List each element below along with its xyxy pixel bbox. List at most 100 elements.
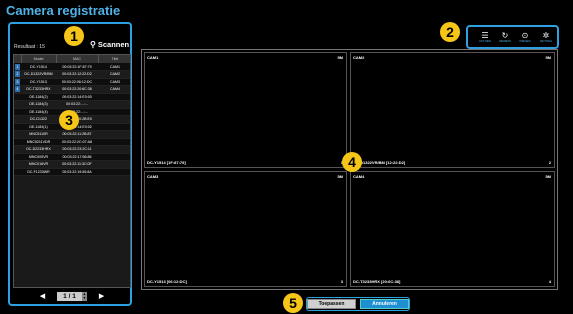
gear-icon: ✲: [542, 31, 550, 40]
row-title: [98, 138, 130, 146]
column-header-index: [14, 55, 22, 63]
row-model: MNC016VR: [21, 160, 56, 169]
row-mac: 00:03:22:23:2C:11: [56, 145, 98, 154]
next-page-icon[interactable]: ▶: [99, 292, 104, 300]
table-row[interactable]: DC-D2233HRX 00:03:22:23:2C:11: [14, 145, 130, 154]
table-row[interactable]: 3 DC-Y1513 00:03:22:06:12:DC CAM3: [14, 78, 130, 86]
row-mac: 00:03:22:14:E0:00: [56, 93, 98, 101]
row-model: DC-T3233HRX: [21, 85, 56, 94]
row-title: [98, 145, 130, 154]
row-mac: 00:03:22:20:6C:38: [56, 85, 98, 94]
row-title: [98, 100, 130, 109]
row-index: [14, 153, 21, 161]
row-mac: 00:03:22:17:56:86: [56, 153, 98, 161]
row-model: DE-1184(4): [21, 108, 56, 116]
row-title: [98, 168, 130, 176]
row-mac: 00:03:22:...:...: [56, 100, 98, 109]
row-model: DE-1184(2): [21, 93, 56, 101]
table-row[interactable]: MNC016VR 00:03:22:11:3C:0F: [14, 160, 130, 169]
callout-badge-5: 5: [283, 293, 303, 313]
callout-badge-4: 4: [342, 152, 362, 172]
row-index: [14, 93, 21, 101]
row-mac: 00:03:22:11:3C:0F: [56, 160, 98, 169]
column-header-title[interactable]: Titel: [98, 55, 130, 63]
row-model: DC-D2233HRX: [21, 145, 56, 154]
list-view-button[interactable]: ☰ LIST VIEW: [476, 31, 494, 47]
row-model: DC-F1233WR: [21, 168, 56, 176]
page-spinner-icon[interactable]: ▴ ▾: [81, 291, 87, 301]
camera-name: CAM1: [147, 55, 159, 60]
row-index: [14, 130, 21, 139]
table-row[interactable]: MNC5211VDR 00:03:22:2C:07:A8: [14, 138, 130, 146]
row-title: [98, 153, 130, 161]
row-model: MNC005VR: [21, 153, 56, 161]
camera-tile[interactable]: CAM4 5M DC-T3233HRX [20:6C:38] 4: [350, 171, 555, 287]
callout-badge-2: 2: [440, 22, 460, 42]
callout-badge-1: 1: [64, 26, 84, 46]
row-model: DC-D1322VR/BM: [21, 70, 56, 79]
camera-tile[interactable]: CAM3 5M DC-Y1513 [06:12:DC] 3: [144, 171, 347, 287]
camera-channel: 4: [548, 279, 551, 284]
camera-model: DC-Y1514 [1F:87:79]: [147, 160, 186, 165]
table-row[interactable]: 2 DC-D1322VR/BM 00:03:22:12:22:D2 CAM2: [14, 70, 130, 79]
column-header-model[interactable]: Model: [21, 55, 57, 63]
camera-tile[interactable]: CAM2 5M DC-D1322VR/BM [12:22:D2] 2: [350, 52, 555, 168]
row-model: DC-Y1514: [21, 63, 56, 71]
row-index: [14, 145, 21, 154]
camera-resolution: 5M: [337, 174, 343, 179]
camera-tile[interactable]: CAM1 5M DC-Y1514 [1F:87:79] 1: [144, 52, 347, 168]
row-index-badge: 4: [15, 86, 20, 93]
row-index: 2: [14, 70, 21, 79]
row-model: DC-D1322: [21, 115, 56, 124]
row-index: [14, 108, 21, 116]
table-row[interactable]: 4 DC-T3233HRX 00:03:22:20:6C:38 CAM4: [14, 85, 130, 94]
row-title: [98, 160, 130, 169]
column-header-mac[interactable]: MAC: [56, 55, 99, 63]
callout-badge-3: 3: [59, 110, 79, 130]
row-mac: 00:03:22:2C:07:A8: [56, 138, 98, 146]
table-row[interactable]: MNC005VR 00:03:22:17:56:86: [14, 153, 130, 161]
row-model: DE-1184(3): [21, 100, 56, 109]
camera-name: CAM2: [353, 55, 365, 60]
row-index: 4: [14, 85, 21, 94]
row-index: [14, 100, 21, 109]
row-model: DE-1184(1): [21, 123, 56, 131]
row-title: [98, 115, 130, 124]
refresh-button[interactable]: ↻ REFRESH: [496, 31, 514, 47]
table-row[interactable]: 1 DC-Y1514 00:03:22:1F:87:79 CAM1: [14, 63, 130, 71]
search-icon: ⚲: [90, 40, 96, 49]
row-mac: 00:03:22:1F:87:79: [56, 63, 98, 71]
row-mac: 00:03:22:19:55:8A: [56, 168, 98, 176]
table-row[interactable]: MNC5110R 00:03:22:11:2B:87: [14, 130, 130, 139]
camera-name: CAM3: [147, 174, 159, 179]
scan-button-label: Scannen: [97, 40, 130, 49]
table-row[interactable]: DC-F1233WR 00:03:22:19:55:8A: [14, 168, 130, 176]
row-index: [14, 160, 21, 169]
row-title: [98, 123, 130, 131]
camera-resolution: 5M: [337, 55, 343, 60]
row-title: [98, 93, 130, 101]
settings-button[interactable]: ✲ SETTINGS: [537, 31, 555, 47]
camera-list-table: Model MAC Titel 1 DC-Y1514 00:03:22:1F:87:…: [13, 54, 131, 288]
play-icon: ⊙: [521, 31, 529, 40]
cancel-button[interactable]: Annuleren: [360, 299, 409, 309]
table-row[interactable]: DE-1184(3) 00:03:22:...:...: [14, 100, 130, 109]
row-title: [98, 108, 130, 116]
row-index-badge: 1: [15, 63, 20, 70]
row-index: [14, 138, 21, 146]
preview-button[interactable]: ⊙ PREVIEW: [516, 31, 534, 47]
row-index-badge: 3: [15, 78, 20, 85]
table-row[interactable]: DE-1184(2) 00:03:22:14:E0:00: [14, 93, 130, 101]
apply-button[interactable]: Toepassen: [307, 299, 356, 309]
scan-button[interactable]: ⚲ Scannen: [90, 40, 129, 49]
page-indicator[interactable]: 1 / 1: [57, 291, 82, 301]
row-index: 3: [14, 78, 21, 86]
camera-name: CAM4: [353, 174, 365, 179]
camera-resolution: 5M: [545, 55, 551, 60]
row-index-badge: 2: [15, 71, 20, 78]
prev-page-icon[interactable]: ◀: [40, 292, 45, 300]
row-model: MNC5110R: [21, 130, 56, 139]
list-icon: ☰: [481, 31, 489, 40]
row-title: CAM3: [98, 78, 130, 86]
camera-channel: 2: [548, 160, 551, 165]
